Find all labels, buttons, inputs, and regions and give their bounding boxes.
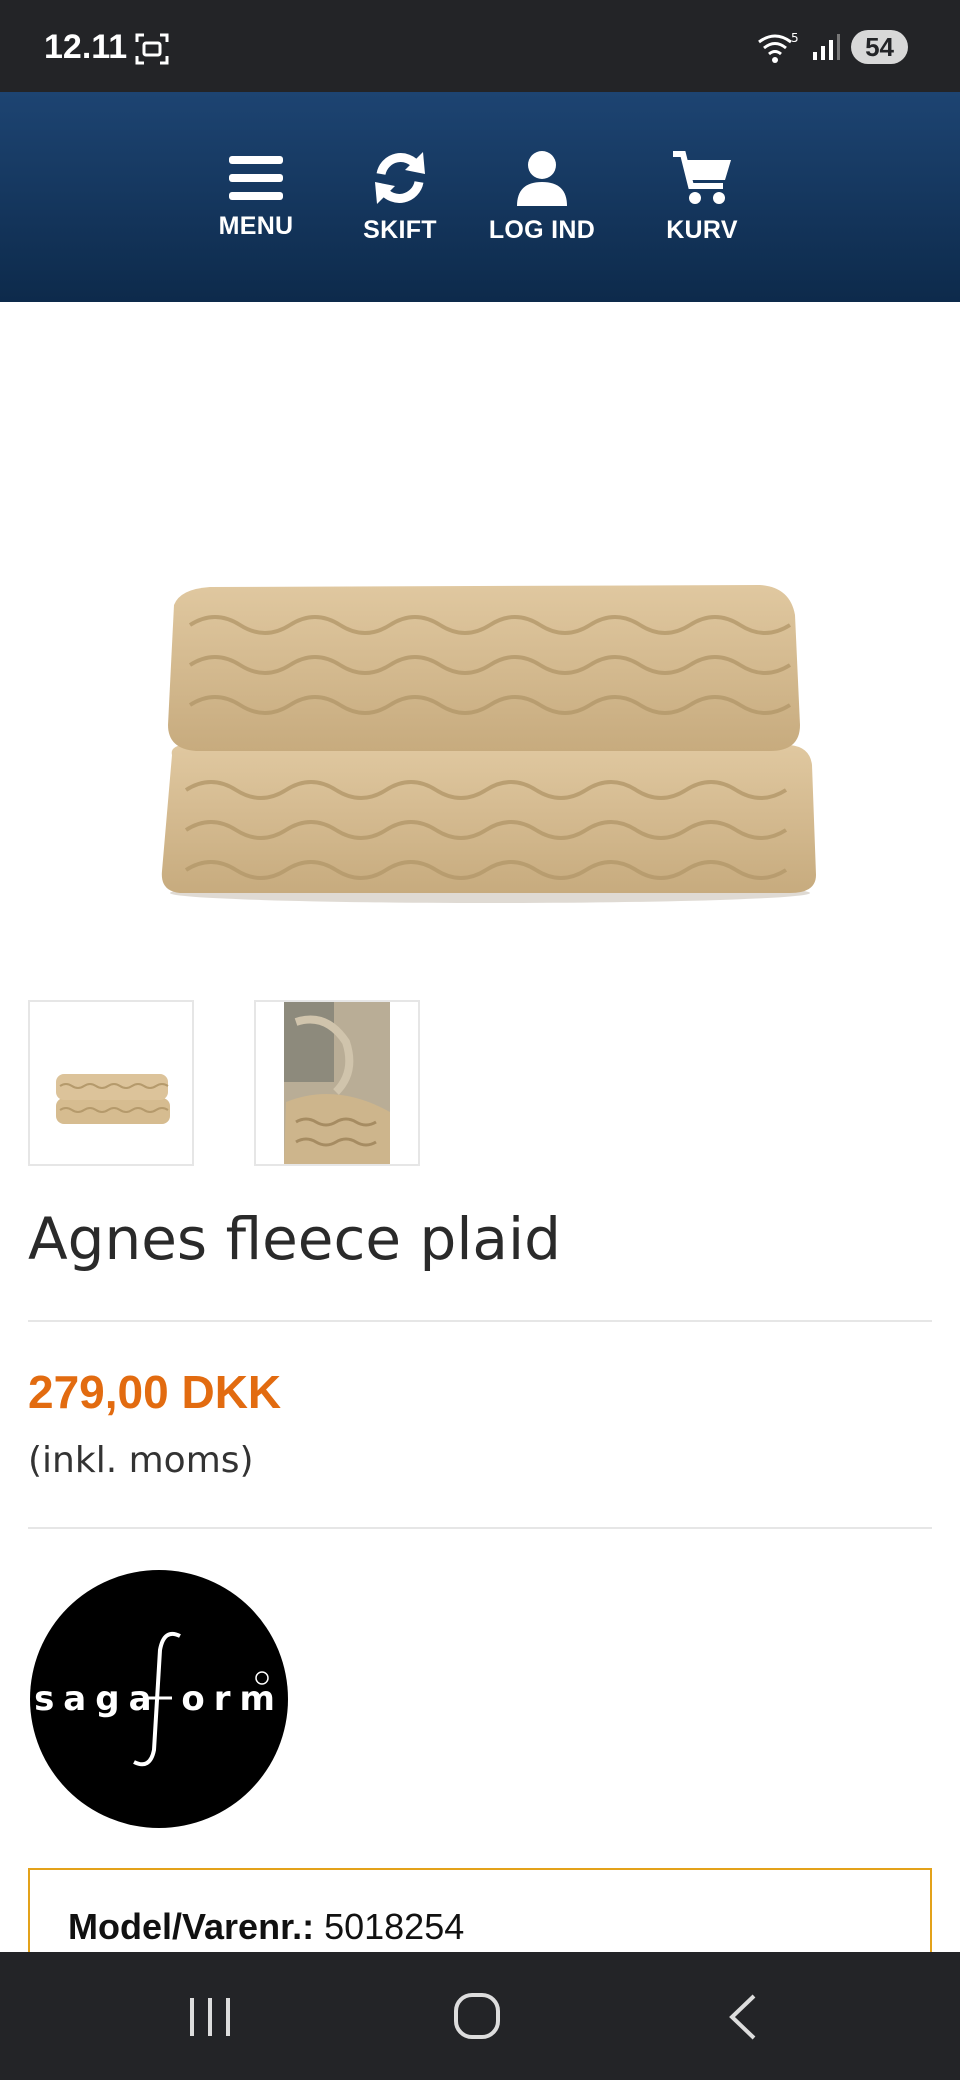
folded-blanket-image[interactable] [150,575,830,915]
price-divider [28,1527,932,1529]
folded-blanket-thumbnail[interactable] [28,1000,194,1166]
model-number-row: Model/Varenr.: 5018254 [68,1906,464,1948]
site-header: MENU SKIFT LOG IND KURV [0,92,960,302]
nav-menu-label: MENU [218,211,294,240]
nav-login-button[interactable]: LOG IND [482,92,602,302]
status-bar: 12.11 5 54 [0,0,960,92]
hamburger-menu-icon [229,155,283,200]
battery-icon: 54 [851,30,908,64]
sagaform-logo: saga orm [34,1631,275,1767]
title-divider [28,1320,932,1322]
svg-text:5: 5 [791,31,799,45]
back-icon[interactable] [716,1992,776,2042]
wifi-icon: 5 [758,31,799,63]
product-title: Agnes fleece plaid [28,1205,561,1273]
home-icon[interactable] [446,1992,506,2042]
signal-icon [813,34,841,60]
thumbnail-chair-image [284,1002,390,1164]
nav-switch-label: SKIFT [363,215,437,244]
recent-apps-icon[interactable] [180,1992,240,2042]
brand-logo[interactable]: saga orm [30,1570,288,1828]
product-price: 279,00 DKK [28,1366,282,1418]
price-vat-note: (inkl. moms) [28,1440,254,1481]
user-icon [517,150,567,206]
nav-menu-button[interactable]: MENU [206,92,306,302]
screenshot-icon [135,33,169,65]
thumbnail-blanket-image [56,1074,170,1124]
refresh-icon [375,151,425,204]
cart-icon [673,150,731,204]
nav-login-label: LOG IND [488,215,596,244]
nav-cart-button[interactable]: KURV [652,92,752,302]
model-number-label: Model/Varenr.: [68,1906,315,1947]
status-time: 12.11 [44,28,128,66]
model-number-value: 5018254 [324,1906,465,1947]
nav-switch-button[interactable]: SKIFT [350,92,450,302]
status-indicators: 5 54 [755,30,908,64]
system-navigation-bar [0,1952,960,2080]
nav-cart-label: KURV [666,215,738,244]
blanket-on-chair-thumbnail[interactable] [254,1000,420,1166]
